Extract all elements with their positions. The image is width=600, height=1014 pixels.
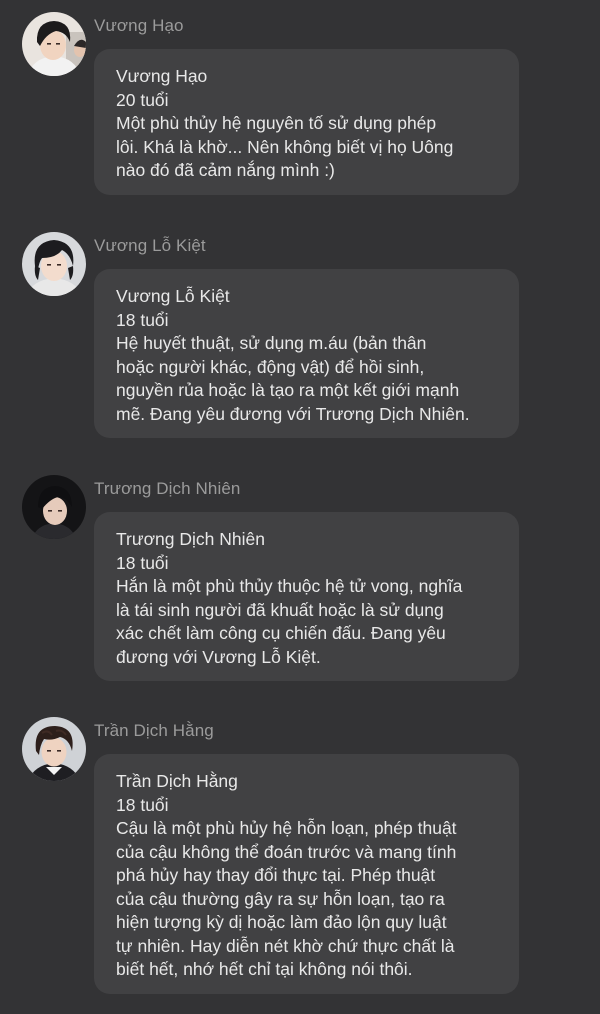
- avatar-tran-dich-hang-icon[interactable]: [22, 717, 86, 781]
- message-text-line: Hắn là một phù thủy thuộc hệ tử vong, ng…: [116, 576, 463, 596]
- message-text-line: phá hủy hay thay đổi thực tại. Phép thuậ…: [116, 865, 436, 885]
- message-text-line: 18 tuổi: [116, 309, 169, 330]
- message-text-line: Trần Dịch Hằng: [116, 771, 238, 791]
- message-text-line: mẽ. Đang yêu đương với Trương Dịch Nhiên…: [116, 403, 470, 424]
- message-text-line: xác chết làm công cụ chiến đấu. Đang yêu: [116, 623, 446, 643]
- sender-name: Trần Dịch Hằng: [94, 721, 214, 740]
- message-bubble[interactable]: Trương Dịch Nhiên 18 tuổi Hắn là một phù…: [94, 512, 519, 681]
- message-text-line: lôi. Khá là khờ... Nên không biết vị họ …: [116, 136, 454, 157]
- message-text-line: nguyền rủa hoặc là tạo ra một kết giới m…: [116, 380, 460, 400]
- message-text-line: Vương Hạo: [116, 66, 208, 86]
- message-bubble[interactable]: Vương Lỗ Kiệt 18 tuổi Hệ huyết thuật, sử…: [94, 269, 519, 438]
- chat-thread[interactable]: Vương Hạo Vương Hạo 20 tuổi Một phù thủy…: [0, 0, 600, 1014]
- message-text-line: hiện tượng kỳ dị hoặc làm đảo lộn quy lu…: [116, 912, 447, 932]
- sender-name: Vương Hạo: [94, 16, 184, 35]
- sender-name: Vương Lỗ Kiệt: [94, 236, 206, 255]
- message-text-line: Vương Lỗ Kiệt: [116, 286, 230, 306]
- message-text-line: 20 tuổi: [116, 89, 169, 110]
- message-text-line: tự nhiên. Hay diễn nét khờ chứ thực chất…: [116, 935, 455, 956]
- avatar-vuong-lo-kiet-icon[interactable]: [22, 232, 86, 296]
- message-text-line: đương với Vương Lỗ Kiệt.: [116, 646, 321, 667]
- sender-name: Trương Dịch Nhiên: [94, 479, 241, 498]
- message-text-line: hoặc người khác, động vật) để hồi sinh,: [116, 356, 425, 377]
- message-text-line: Một phù thủy hệ nguyên tố sử dụng phép: [116, 113, 437, 133]
- message-text-line: của cậu không thể đoán trước và mang tín…: [116, 841, 457, 862]
- message-text-line: Hệ huyết thuật, sử dụng m.áu (bản thân: [116, 333, 427, 353]
- message-text-line: 18 tuổi: [116, 552, 169, 573]
- message-text-line: biết hết, nhớ hết chỉ tại không nói thôi…: [116, 959, 413, 979]
- avatar-vuong-hao-icon[interactable]: [22, 12, 86, 76]
- message-text-line: là tái sinh người đã khuất hoặc là sử dụ…: [116, 599, 444, 620]
- message-text-line: Trương Dịch Nhiên: [116, 529, 265, 549]
- message-text-line: nào đó đã cảm nắng mình :): [116, 160, 335, 180]
- message-text-line: Cậu là một phù hủy hệ hỗn loạn, phép thu…: [116, 818, 457, 838]
- message-bubble[interactable]: Trần Dịch Hằng 18 tuổi Cậu là một phù hủ…: [94, 754, 519, 994]
- message-text-line: 18 tuổi: [116, 794, 169, 815]
- avatar-truong-dich-nhien-icon[interactable]: [22, 475, 86, 539]
- message-text-line: của cậu thường gây ra sự hỗn loạn, tạo r…: [116, 888, 445, 909]
- message-bubble[interactable]: Vương Hạo 20 tuổi Một phù thủy hệ nguyên…: [94, 49, 519, 195]
